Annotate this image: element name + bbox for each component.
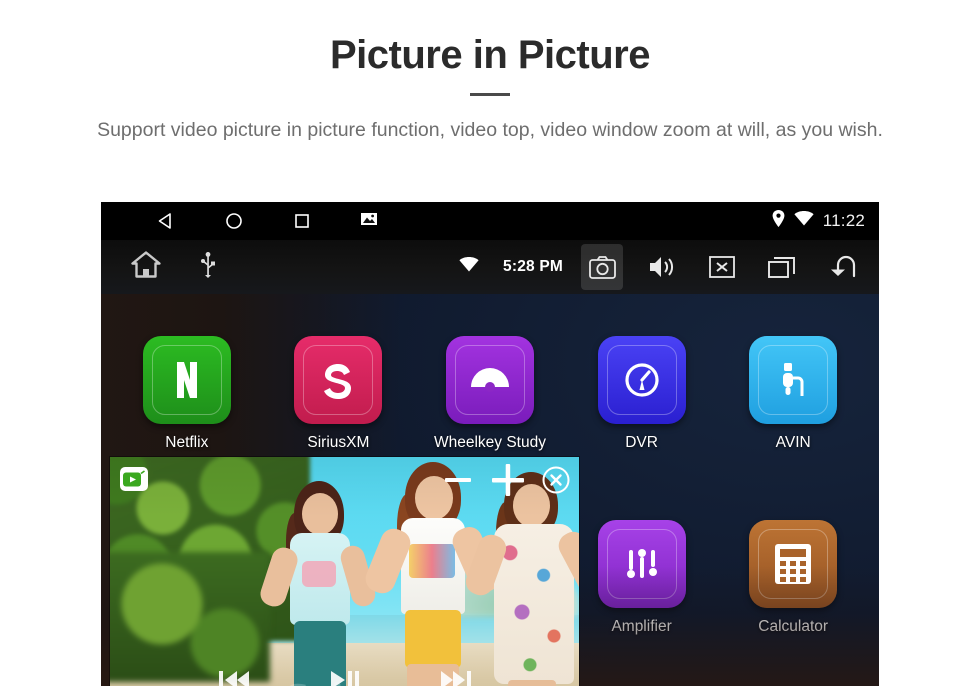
toolbar-clock: 5:28 PM	[503, 258, 563, 275]
status-bar-right: 11:22	[772, 202, 865, 240]
status-bar-clock: 11:22	[822, 211, 865, 230]
toolbar-right-group: 5:28 PM	[459, 240, 863, 294]
title-divider	[470, 93, 510, 96]
app-toolbar: 5:28 PM	[101, 240, 879, 294]
app-label: Wheelkey Study	[433, 434, 546, 451]
android-status-bar: 11:22	[101, 202, 879, 240]
video-person-left	[257, 475, 380, 686]
back-arrow-icon[interactable]	[821, 244, 863, 290]
siriusxm-icon[interactable]	[294, 336, 383, 424]
location-pin-icon	[772, 210, 785, 232]
close-box-icon[interactable]	[701, 244, 743, 290]
calculator-icon[interactable]	[749, 520, 838, 608]
pip-window-controls	[441, 461, 571, 504]
pip-zoom-out-button[interactable]	[441, 463, 475, 502]
recents-icon[interactable]	[761, 244, 803, 290]
app-label: SiriusXM	[307, 434, 370, 451]
wheelkey-icon[interactable]	[445, 336, 534, 424]
previous-track-icon[interactable]	[217, 669, 251, 686]
app-label: Netflix	[165, 434, 209, 451]
home-circle-icon[interactable]	[224, 211, 244, 231]
pip-video-window[interactable]: Seicane	[110, 457, 579, 686]
netflix-glyph	[176, 362, 197, 398]
page-subtitle: Support video picture in picture functio…	[97, 119, 883, 141]
wheelkey-glyph	[470, 368, 509, 392]
page-header: Picture in Picture Support video picture…	[0, 0, 980, 144]
amplifier-icon[interactable]	[597, 520, 686, 608]
calculator-glyph	[775, 544, 812, 584]
video-transport-controls	[110, 669, 579, 686]
launcher-home: Netflix SiriusXM Wheelkey Study DVR AVIN…	[101, 294, 879, 686]
next-track-icon[interactable]	[439, 669, 473, 686]
play-pause-icon[interactable]	[329, 669, 361, 686]
avin-icon[interactable]	[749, 336, 838, 424]
avin-glyph	[783, 363, 804, 396]
volume-icon[interactable]	[641, 244, 683, 290]
app-label: AVIN	[775, 434, 811, 451]
amplifier-glyph	[626, 549, 657, 578]
video-foliage-lower	[110, 552, 270, 682]
app-cell-calculator[interactable]: Calculator	[717, 486, 869, 670]
android-nav-buttons	[156, 211, 380, 231]
app-label: Calculator	[758, 618, 829, 635]
device-screen: 11:22 5:28 PM Netflix SiriusXM Wheelkey …	[101, 202, 879, 686]
dvr-icon[interactable]	[597, 336, 686, 424]
dvr-glyph	[624, 363, 659, 397]
wifi-icon	[794, 211, 814, 231]
toolbar-left-group	[131, 251, 215, 283]
app-label: DVR	[625, 434, 658, 451]
screenshot-image-icon[interactable]	[360, 211, 380, 231]
back-triangle-icon[interactable]	[156, 211, 176, 231]
app-cell-amplifier[interactable]: Amplifier	[566, 486, 718, 670]
app-cell-avin[interactable]: AVIN	[717, 302, 869, 486]
app-cell-dvr[interactable]: DVR	[566, 302, 718, 486]
recents-square-icon[interactable]	[292, 211, 312, 231]
wifi-icon	[459, 257, 479, 277]
page-title: Picture in Picture	[330, 33, 650, 77]
video-play-badge-icon[interactable]	[120, 467, 148, 491]
usb-icon[interactable]	[201, 251, 215, 283]
pip-close-button[interactable]	[541, 465, 571, 500]
camera-icon[interactable]	[581, 244, 623, 290]
netflix-icon[interactable]	[142, 336, 231, 424]
app-label: Amplifier	[611, 618, 672, 635]
siriusxm-glyph	[324, 364, 352, 399]
home-icon[interactable]	[131, 251, 161, 283]
pip-zoom-in-button[interactable]	[489, 461, 527, 504]
